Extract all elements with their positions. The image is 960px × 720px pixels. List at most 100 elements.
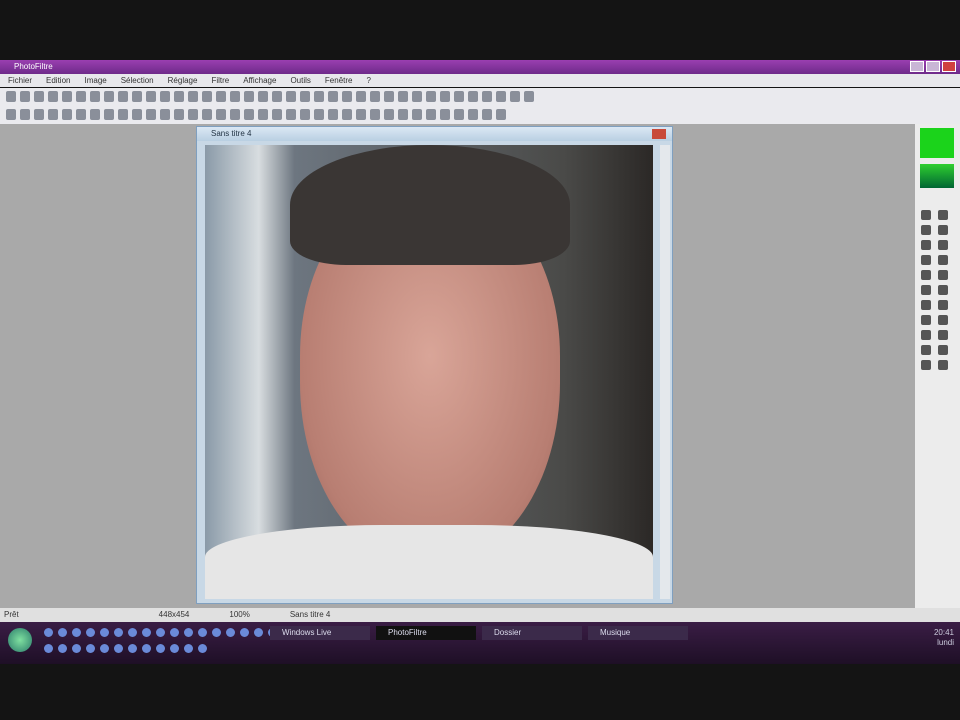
toolbar-button-icon[interactable] bbox=[314, 109, 324, 120]
toolbar-button-icon[interactable] bbox=[286, 91, 296, 102]
toolbar-button-icon[interactable] bbox=[510, 91, 520, 102]
menu-image[interactable]: Image bbox=[84, 74, 106, 87]
quick-launch-icon[interactable] bbox=[142, 644, 151, 653]
toolbar-button-icon[interactable] bbox=[496, 91, 506, 102]
toolbar-button-icon[interactable] bbox=[426, 109, 436, 120]
toolbar-button-icon[interactable] bbox=[6, 91, 16, 102]
quick-launch-icon[interactable] bbox=[254, 628, 263, 637]
toolbar-button-icon[interactable] bbox=[20, 91, 30, 102]
taskbar-item[interactable]: Dossier bbox=[482, 626, 582, 640]
quick-launch-icon[interactable] bbox=[142, 628, 151, 637]
toolbar-button-icon[interactable] bbox=[398, 109, 408, 120]
toolbar-button-icon[interactable] bbox=[90, 109, 100, 120]
toolbar-button-icon[interactable] bbox=[244, 91, 254, 102]
toolbar-button-icon[interactable] bbox=[202, 109, 212, 120]
toolbar-button-icon[interactable] bbox=[188, 109, 198, 120]
quick-launch-icon[interactable] bbox=[212, 628, 221, 637]
tool-icon[interactable] bbox=[921, 225, 931, 235]
toolbar-button-icon[interactable] bbox=[524, 91, 534, 102]
toolbar-button-icon[interactable] bbox=[356, 109, 366, 120]
toolbar-button-icon[interactable] bbox=[370, 109, 380, 120]
quick-launch-icon[interactable] bbox=[44, 628, 53, 637]
maximize-button[interactable] bbox=[926, 61, 940, 72]
tool-icon[interactable] bbox=[938, 255, 948, 265]
quick-launch-icon[interactable] bbox=[114, 644, 123, 653]
quick-launch-icon[interactable] bbox=[128, 644, 137, 653]
toolbar-button-icon[interactable] bbox=[104, 91, 114, 102]
tool-icon[interactable] bbox=[921, 315, 931, 325]
toolbar-button-icon[interactable] bbox=[272, 109, 282, 120]
toolbar-button-icon[interactable] bbox=[174, 109, 184, 120]
quick-launch-icon[interactable] bbox=[58, 628, 67, 637]
toolbar-button-icon[interactable] bbox=[398, 91, 408, 102]
tool-icon[interactable] bbox=[921, 360, 931, 370]
tool-icon[interactable] bbox=[938, 360, 948, 370]
toolbar-button-icon[interactable] bbox=[230, 91, 240, 102]
quick-launch-icon[interactable] bbox=[72, 644, 81, 653]
quick-launch-icon[interactable] bbox=[156, 644, 165, 653]
toolbar-button-icon[interactable] bbox=[146, 109, 156, 120]
toolbar-button-icon[interactable] bbox=[48, 91, 58, 102]
quick-launch-icon[interactable] bbox=[240, 628, 249, 637]
toolbar-button-icon[interactable] bbox=[258, 91, 268, 102]
toolbar-button-icon[interactable] bbox=[300, 109, 310, 120]
toolbar-button-icon[interactable] bbox=[412, 109, 422, 120]
quick-launch-icon[interactable] bbox=[100, 644, 109, 653]
toolbar-button-icon[interactable] bbox=[34, 109, 44, 120]
toolbar-button-icon[interactable] bbox=[62, 109, 72, 120]
quick-launch-icon[interactable] bbox=[156, 628, 165, 637]
toolbar-button-icon[interactable] bbox=[384, 91, 394, 102]
toolbar-button-icon[interactable] bbox=[482, 91, 492, 102]
toolbar-button-icon[interactable] bbox=[426, 91, 436, 102]
menu-edition[interactable]: Edition bbox=[46, 74, 70, 87]
toolbar-button-icon[interactable] bbox=[20, 109, 30, 120]
quick-launch-icon[interactable] bbox=[226, 628, 235, 637]
toolbar-button-icon[interactable] bbox=[174, 91, 184, 102]
toolbar-button-icon[interactable] bbox=[454, 109, 464, 120]
toolbar-button-icon[interactable] bbox=[118, 109, 128, 120]
taskbar-item[interactable]: Windows Live bbox=[270, 626, 370, 640]
toolbar-button-icon[interactable] bbox=[440, 91, 450, 102]
toolbar-button-icon[interactable] bbox=[272, 91, 282, 102]
toolbar-button-icon[interactable] bbox=[300, 91, 310, 102]
quick-launch-icon[interactable] bbox=[86, 644, 95, 653]
toolbar-button-icon[interactable] bbox=[370, 91, 380, 102]
photo-canvas[interactable] bbox=[205, 145, 653, 599]
tool-icon[interactable] bbox=[921, 210, 931, 220]
quick-launch-icon[interactable] bbox=[198, 628, 207, 637]
toolbar-button-icon[interactable] bbox=[188, 91, 198, 102]
toolbar-button-icon[interactable] bbox=[328, 109, 338, 120]
menu-filtre[interactable]: Filtre bbox=[211, 74, 229, 87]
toolbar-button-icon[interactable] bbox=[356, 91, 366, 102]
toolbar-button-icon[interactable] bbox=[160, 109, 170, 120]
toolbar-button-icon[interactable] bbox=[328, 91, 338, 102]
toolbar-button-icon[interactable] bbox=[132, 91, 142, 102]
tool-icon[interactable] bbox=[938, 345, 948, 355]
toolbar-button-icon[interactable] bbox=[496, 109, 506, 120]
menu-outils[interactable]: Outils bbox=[290, 74, 310, 87]
close-button[interactable] bbox=[942, 61, 956, 72]
quick-launch-icon[interactable] bbox=[44, 644, 53, 653]
tool-icon[interactable] bbox=[938, 315, 948, 325]
toolbar-button-icon[interactable] bbox=[454, 91, 464, 102]
menu-fenetre[interactable]: Fenêtre bbox=[325, 74, 353, 87]
toolbar-button-icon[interactable] bbox=[146, 91, 156, 102]
toolbar-button-icon[interactable] bbox=[258, 109, 268, 120]
toolbar-button-icon[interactable] bbox=[62, 91, 72, 102]
toolbar-button-icon[interactable] bbox=[132, 109, 142, 120]
quick-launch-icon[interactable] bbox=[170, 644, 179, 653]
toolbar-button-icon[interactable] bbox=[76, 109, 86, 120]
toolbar-button-icon[interactable] bbox=[482, 109, 492, 120]
tool-icon[interactable] bbox=[921, 255, 931, 265]
quick-launch-icon[interactable] bbox=[86, 628, 95, 637]
minimize-button[interactable] bbox=[910, 61, 924, 72]
toolbar-button-icon[interactable] bbox=[90, 91, 100, 102]
menu-fichier[interactable]: Fichier bbox=[8, 74, 32, 87]
quick-launch-icon[interactable] bbox=[100, 628, 109, 637]
menu-affichage[interactable]: Affichage bbox=[243, 74, 276, 87]
toolbar-button-icon[interactable] bbox=[314, 91, 324, 102]
gradient-swatch[interactable] bbox=[920, 164, 954, 188]
toolbar-button-icon[interactable] bbox=[286, 109, 296, 120]
tool-icon[interactable] bbox=[921, 300, 931, 310]
toolbar-button-icon[interactable] bbox=[216, 109, 226, 120]
